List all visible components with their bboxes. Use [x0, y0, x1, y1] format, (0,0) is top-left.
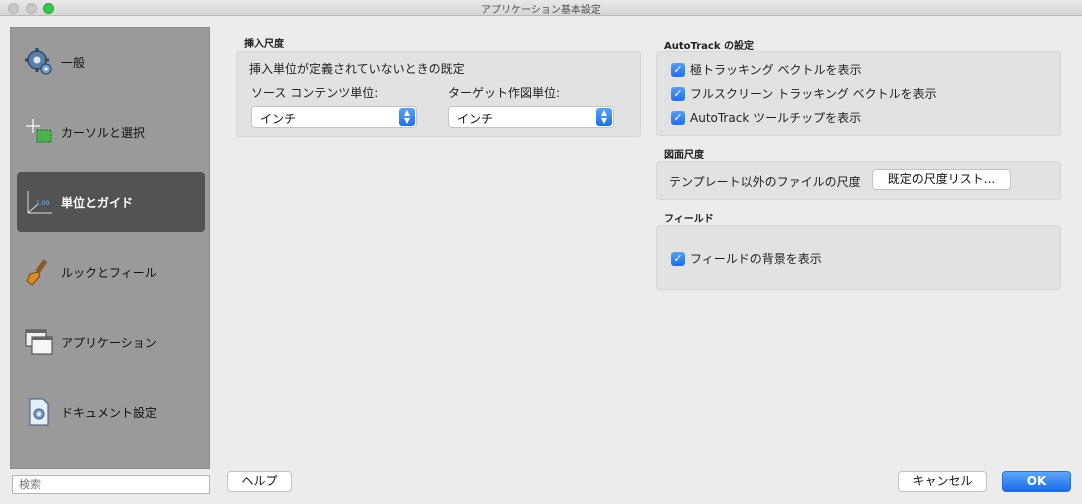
fullscreen-tracking-checkbox[interactable]: ✓ フルスクリーン トラッキング ベクトルを表示: [671, 85, 937, 102]
polar-tracking-label: 極トラッキング ベクトルを表示: [690, 63, 862, 77]
sidebar-item-label: ドキュメント設定: [61, 405, 158, 420]
drawing-scale-title: 図面尺度: [664, 150, 704, 161]
window-title: アプリケーション基本設定: [481, 5, 601, 16]
sidebar-item-document-settings[interactable]: ドキュメント設定: [17, 382, 205, 442]
checkmark-icon: ✓: [671, 251, 685, 266]
fullscreen-tracking-label: フルスクリーン トラッキング ベクトルを表示: [690, 87, 937, 101]
default-scale-list-button[interactable]: 既定の尺度リスト...: [872, 169, 1011, 190]
autotrack-tooltip-label: AutoTrack ツールチップを表示: [690, 111, 862, 125]
sidebar-item-look-feel[interactable]: ルックとフィール: [17, 242, 205, 302]
field-background-label: フィールドの背景を表示: [690, 252, 822, 266]
checkmark-icon: ✓: [671, 86, 685, 101]
source-units-label: ソース コンテンツ単位:: [251, 86, 379, 100]
autotrack-title: AutoTrack の設定: [664, 41, 754, 52]
checkmark-icon: ✓: [671, 110, 685, 125]
help-button[interactable]: ヘルプ: [227, 471, 292, 492]
polar-tracking-checkbox[interactable]: ✓ 極トラッキング ベクトルを表示: [671, 61, 861, 78]
units-guide-icon: 1.00: [21, 184, 57, 220]
insert-scale-panel: 挿入単位が定義されていないときの既定 ソース コンテンツ単位: ターゲット作図単…: [236, 51, 641, 137]
insert-scale-description: 挿入単位が定義されていないときの既定: [249, 62, 465, 76]
fields-title: フィールド: [664, 214, 714, 225]
drawing-scale-panel: テンプレート以外のファイルの尺度 既定の尺度リスト...: [656, 161, 1061, 200]
target-units-label: ターゲット作図単位:: [448, 86, 561, 100]
sidebar-item-label: 単位とガイド: [61, 195, 134, 210]
autotrack-panel: ✓ 極トラッキング ベクトルを表示 ✓ フルスクリーン トラッキング ベクトルを…: [656, 51, 1061, 136]
drawing-scale-description: テンプレート以外のファイルの尺度: [669, 175, 861, 189]
sidebar: 一般 カーソルと選択 1.00 単位とガイド ルックとフィール アプリケーション…: [10, 27, 210, 469]
gear-icon: [21, 44, 57, 80]
cancel-button[interactable]: キャンセル: [898, 471, 987, 492]
sidebar-item-general[interactable]: 一般: [17, 32, 205, 92]
sidebar-item-label: アプリケーション: [61, 335, 157, 350]
autotrack-tooltip-checkbox[interactable]: ✓ AutoTrack ツールチップを表示: [671, 109, 861, 126]
target-units-value: インチ: [457, 112, 494, 126]
sidebar-item-label: ルックとフィール: [61, 265, 157, 280]
source-units-select[interactable]: インチ ▲ ▼: [251, 106, 417, 128]
brush-icon: [21, 254, 57, 290]
insert-scale-title: 挿入尺度: [244, 39, 284, 50]
sidebar-item-label: 一般: [61, 55, 86, 70]
search-input[interactable]: [12, 475, 210, 494]
sidebar-item-units-guide[interactable]: 1.00 単位とガイド: [17, 172, 205, 232]
title-bar: アプリケーション基本設定: [0, 0, 1082, 16]
document-settings-icon: [21, 394, 57, 430]
chevron-updown-icon: ▲ ▼: [596, 108, 612, 126]
fields-panel: ✓ フィールドの背景を表示: [656, 225, 1061, 290]
chevron-updown-icon: ▲ ▼: [399, 108, 415, 126]
sidebar-item-label: カーソルと選択: [61, 125, 146, 140]
field-background-checkbox[interactable]: ✓ フィールドの背景を表示: [671, 250, 822, 267]
checkmark-icon: ✓: [671, 62, 685, 77]
target-units-select[interactable]: インチ ▲ ▼: [448, 106, 614, 128]
svg-text:1.00: 1.00: [36, 200, 50, 207]
sidebar-item-cursor-selection[interactable]: カーソルと選択: [17, 102, 205, 162]
cursor-selection-icon: [21, 114, 57, 150]
application-windows-icon: [21, 324, 57, 360]
source-units-value: インチ: [260, 112, 297, 126]
sidebar-item-application[interactable]: アプリケーション: [17, 312, 205, 372]
ok-button[interactable]: OK: [1002, 471, 1071, 492]
